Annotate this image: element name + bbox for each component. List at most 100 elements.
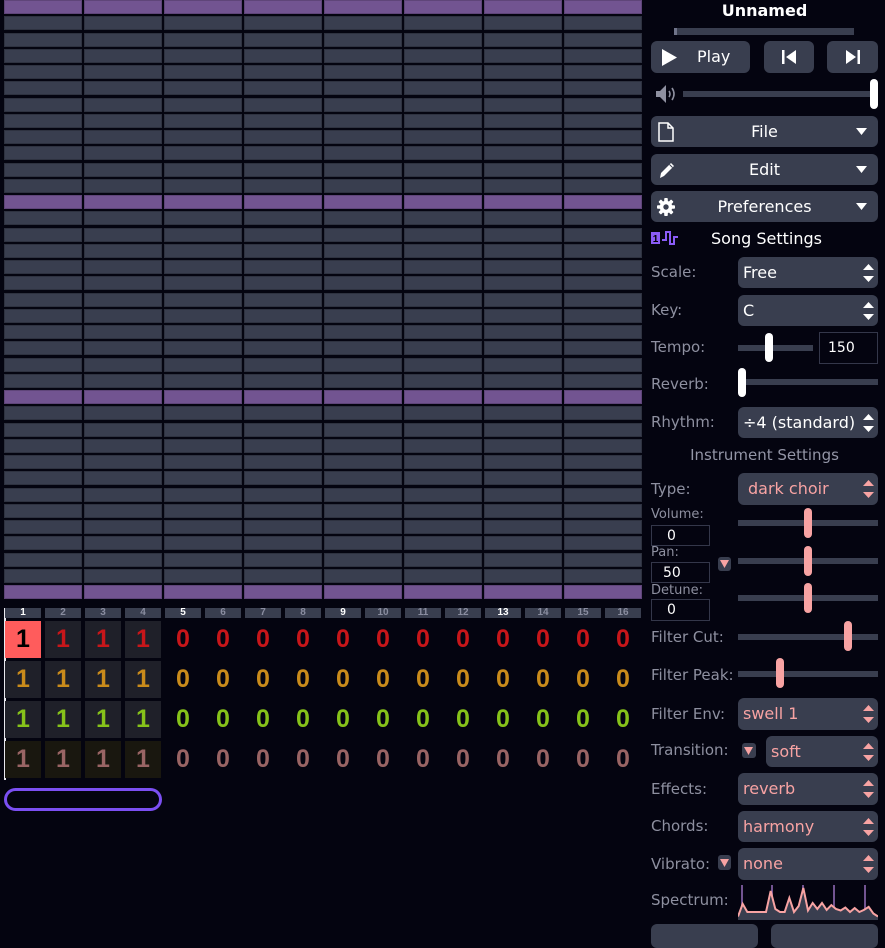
piano-roll-cell[interactable] <box>164 81 242 96</box>
piano-roll-cell[interactable] <box>164 276 242 291</box>
piano-roll-cell[interactable] <box>4 113 82 128</box>
piano-roll-cell[interactable] <box>244 81 322 96</box>
piano-roll-cell[interactable] <box>244 146 322 161</box>
piano-roll-cell[interactable] <box>404 308 482 323</box>
piano-roll-cell[interactable] <box>4 292 82 307</box>
slider-thumb[interactable] <box>764 333 773 362</box>
piano-roll-cell[interactable] <box>484 487 562 502</box>
pattern-cell[interactable]: 0 <box>285 741 321 778</box>
piano-roll-cell[interactable] <box>4 341 82 356</box>
pattern-cell[interactable]: 1 <box>85 661 121 698</box>
piano-roll-cell[interactable] <box>4 130 82 144</box>
piano-roll-cell[interactable] <box>244 130 322 144</box>
piano-roll-octave-cell[interactable] <box>484 390 562 404</box>
piano-roll-cell[interactable] <box>404 357 482 372</box>
piano-roll-octave-cell[interactable] <box>404 195 482 209</box>
piano-roll-cell[interactable] <box>324 162 402 177</box>
piano-roll-cell[interactable] <box>84 48 162 63</box>
piano-roll-cell[interactable] <box>4 438 82 453</box>
piano-roll-cell[interactable] <box>244 487 322 502</box>
piano-roll-cell[interactable] <box>244 292 322 307</box>
piano-roll-cell[interactable] <box>244 422 322 437</box>
slider-thumb[interactable] <box>776 658 785 688</box>
piano-roll-octave-cell[interactable] <box>324 195 402 209</box>
pattern-cell[interactable]: 0 <box>365 741 401 778</box>
piano-roll-cell[interactable] <box>484 211 562 226</box>
slider-thumb[interactable] <box>804 546 812 576</box>
pattern-cell[interactable]: 0 <box>565 661 601 698</box>
piano-roll-cell[interactable] <box>564 422 642 437</box>
piano-roll-octave-cell[interactable] <box>484 0 562 14</box>
piano-roll-cell[interactable] <box>564 243 642 258</box>
piano-roll-cell[interactable] <box>84 227 162 242</box>
piano-roll-cell[interactable] <box>84 536 162 551</box>
piano-roll-cell[interactable] <box>164 503 242 518</box>
piano-roll-octave-cell[interactable] <box>244 195 322 209</box>
piano-roll-cell[interactable] <box>324 552 402 567</box>
piano-roll-cell[interactable] <box>4 552 82 567</box>
bar-number[interactable]: 8 <box>285 608 321 618</box>
piano-roll-octave-cell[interactable] <box>484 585 562 599</box>
pattern-cell[interactable]: 0 <box>165 701 201 738</box>
instrument-type-select[interactable]: dark choir <box>738 473 878 505</box>
piano-roll-cell[interactable] <box>244 341 322 356</box>
piano-roll-cell[interactable] <box>164 65 242 79</box>
piano-roll-cell[interactable] <box>484 503 562 518</box>
piano-roll-cell[interactable] <box>324 471 402 486</box>
piano-roll-octave-cell[interactable] <box>404 585 482 599</box>
piano-roll-cell[interactable] <box>4 16 82 31</box>
piano-roll-cell[interactable] <box>564 113 642 128</box>
pattern-cell[interactable]: 0 <box>205 701 241 738</box>
bar-number[interactable]: 5 <box>165 608 201 618</box>
piano-roll-cell[interactable] <box>564 455 642 469</box>
bar-number[interactable]: 12 <box>445 608 481 618</box>
piano-roll-cell[interactable] <box>404 162 482 177</box>
piano-roll-cell[interactable] <box>84 325 162 339</box>
piano-roll-cell[interactable] <box>244 406 322 421</box>
pattern-cell[interactable]: 1 <box>45 661 81 698</box>
pattern-cell[interactable]: 0 <box>325 741 361 778</box>
piano-roll-cell[interactable] <box>164 243 242 258</box>
piano-roll-cell[interactable] <box>164 162 242 177</box>
piano-roll-cell[interactable] <box>564 178 642 193</box>
effects-select[interactable]: reverb <box>738 773 878 805</box>
piano-roll-cell[interactable] <box>324 373 402 388</box>
piano-roll-cell[interactable] <box>404 97 482 112</box>
pattern-cell[interactable]: 0 <box>245 661 281 698</box>
pattern-cell[interactable]: 0 <box>205 741 241 778</box>
piano-roll-cell[interactable] <box>164 308 242 323</box>
piano-roll-cell[interactable] <box>4 455 82 469</box>
piano-roll-cell[interactable] <box>324 438 402 453</box>
pattern-cell[interactable]: 0 <box>445 661 481 698</box>
piano-roll-cell[interactable] <box>564 81 642 96</box>
piano-roll-cell[interactable] <box>244 373 322 388</box>
piano-roll-cell[interactable] <box>4 503 82 518</box>
pattern-cell[interactable]: 0 <box>405 741 441 778</box>
piano-roll-cell[interactable] <box>404 146 482 161</box>
piano-roll-cell[interactable] <box>244 552 322 567</box>
piano-roll-cell[interactable] <box>164 455 242 469</box>
piano-roll-cell[interactable] <box>484 130 562 144</box>
piano-roll-cell[interactable] <box>4 227 82 242</box>
piano-roll-cell[interactable] <box>404 81 482 96</box>
piano-roll-cell[interactable] <box>164 552 242 567</box>
piano-roll-cell[interactable] <box>324 536 402 551</box>
tempo-input[interactable] <box>819 332 878 364</box>
piano-roll-cell[interactable] <box>84 81 162 96</box>
bar-number[interactable]: 3 <box>85 608 121 618</box>
piano-roll-cell[interactable] <box>324 455 402 469</box>
piano-roll-cell[interactable] <box>84 503 162 518</box>
piano-roll-cell[interactable] <box>484 97 562 112</box>
piano-roll-cell[interactable] <box>484 455 562 469</box>
piano-roll-cell[interactable] <box>484 276 562 291</box>
piano-roll-cell[interactable] <box>164 32 242 47</box>
piano-roll-cell[interactable] <box>324 503 402 518</box>
piano-roll-octave-cell[interactable] <box>564 585 642 599</box>
piano-roll-cell[interactable] <box>324 113 402 128</box>
piano-roll-cell[interactable] <box>404 406 482 421</box>
piano-roll-cell[interactable] <box>564 471 642 486</box>
piano-roll-cell[interactable] <box>484 520 562 534</box>
piano-roll-cell[interactable] <box>244 16 322 31</box>
piano-roll[interactable] <box>4 0 644 602</box>
piano-roll-cell[interactable] <box>564 357 642 372</box>
